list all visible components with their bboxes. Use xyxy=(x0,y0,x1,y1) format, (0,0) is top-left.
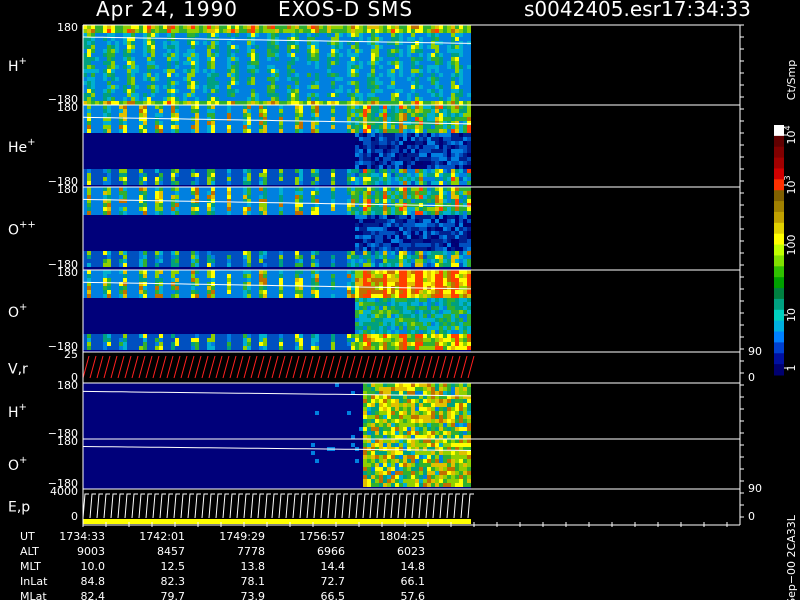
footer-row-label: MLT xyxy=(20,560,41,573)
colorbar-segment xyxy=(774,266,784,278)
panel-label: H+ xyxy=(8,56,27,75)
footer-row-label: MLat xyxy=(20,590,47,600)
colorbar-segment xyxy=(774,364,784,376)
panel-label: O++ xyxy=(8,220,36,239)
footer-value: 73.9 xyxy=(241,590,266,600)
colorbar: 1 10 100 103 104 Ct/Smp Sep−00 2CA33L xyxy=(774,60,798,600)
axis-top-label: 180 xyxy=(57,435,78,448)
right-axis-bottom-label: 0 xyxy=(748,510,755,523)
colorbar-segment xyxy=(774,288,784,300)
footer-value: 78.1 xyxy=(241,575,266,588)
panel-label: V,r xyxy=(8,362,28,378)
panel-4-spectrogram xyxy=(82,270,472,352)
colorbar-segment xyxy=(774,244,784,256)
colorbar-segment xyxy=(774,255,784,267)
footer-value: 8457 xyxy=(157,545,185,558)
panel-ep-trace xyxy=(82,493,474,519)
velocity-trace xyxy=(82,355,475,379)
footer-value: 6023 xyxy=(397,545,425,558)
footer-row-label: ALT xyxy=(20,545,39,558)
panels-layer xyxy=(82,25,475,524)
footer-row-label: UT xyxy=(20,530,35,543)
colorbar-segment xyxy=(774,201,784,213)
panel-label: O+ xyxy=(8,302,27,321)
panel-7-spectrogram xyxy=(82,439,472,489)
colorbar-segment xyxy=(774,190,784,202)
panel-1-spectrogram xyxy=(82,25,472,105)
colorbar-segment xyxy=(774,353,784,365)
colorbar-segment xyxy=(774,331,784,343)
footer-value: 66.1 xyxy=(401,575,426,588)
footer-value: 66.5 xyxy=(321,590,346,600)
colorbar-segment xyxy=(774,135,784,148)
colorbar-segment xyxy=(774,146,784,159)
footer-table: UT 1734:33 1742:01 1749:29 1756:57 1804:25 ALT… xyxy=(20,530,425,600)
axis-bottom-label: 0 xyxy=(71,510,78,523)
footer-value: 1749:29 xyxy=(219,530,265,543)
footer-value: 1756:57 xyxy=(299,530,345,543)
axis-top-label: 180 xyxy=(57,379,78,392)
colorbar-unit: Ct/Smp xyxy=(785,60,798,100)
axis-top-label: 4000 xyxy=(50,485,78,498)
footer-value: 14.8 xyxy=(401,560,426,573)
right-axis-top-label: 90 xyxy=(748,482,762,495)
footer-value: 82.4 xyxy=(81,590,106,600)
footer-value: 13.8 xyxy=(241,560,266,573)
footer-value: 79.7 xyxy=(161,590,186,600)
colorbar-segment xyxy=(774,277,784,289)
axis-top-label: 25 xyxy=(64,348,78,361)
footer-value: 82.3 xyxy=(161,575,186,588)
colorbar-segment xyxy=(774,222,784,235)
footer-value: 1742:01 xyxy=(139,530,185,543)
footer-value: 14.4 xyxy=(321,560,346,573)
right-axis-bottom-label: 0 xyxy=(748,371,755,384)
footer-value: 7778 xyxy=(237,545,265,558)
colorbar-tick-label: 10 xyxy=(785,308,798,322)
footer-value: 84.8 xyxy=(81,575,106,588)
footer-value: 1734:33 xyxy=(59,530,105,543)
qa-bar xyxy=(83,519,471,524)
footer-value: 10.0 xyxy=(81,560,106,573)
panel-label: E,p xyxy=(8,500,30,516)
panel-vr-trace xyxy=(82,355,475,379)
side-text: Sep−00 2CA33L xyxy=(785,514,798,600)
footer-value: 12.5 xyxy=(161,560,186,573)
spectrogram-plot: H+180−180He+180−180O++180−180O+180−180V,… xyxy=(8,21,798,600)
footer-value: 9003 xyxy=(77,545,105,558)
colorbar-tick-label: 100 xyxy=(785,235,798,256)
axis-top-label: 180 xyxy=(57,266,78,279)
colorbar-segment xyxy=(774,233,784,246)
colorbar-segment xyxy=(774,320,784,333)
colorbar-segment xyxy=(774,298,784,311)
axis-top-label: 180 xyxy=(57,183,78,196)
panel-label: O+ xyxy=(8,455,27,474)
footer-value: 6966 xyxy=(317,545,345,558)
colorbar-segment xyxy=(774,342,784,354)
footer-value: 57.6 xyxy=(401,590,426,600)
footer-value: 1804:25 xyxy=(379,530,425,543)
colorbar-tick-label: 1 xyxy=(785,365,798,372)
colorbar-tick-label: 103 xyxy=(783,175,798,194)
colorbar-segment xyxy=(774,157,784,169)
panel-3-spectrogram xyxy=(82,187,472,270)
panel-6-spectrogram xyxy=(82,383,472,439)
panel-2-spectrogram xyxy=(82,105,472,187)
colorbar-segment xyxy=(774,309,784,322)
colorbar-segment xyxy=(774,211,784,224)
footer-row-label: InLat xyxy=(20,575,48,588)
right-axis-top-label: 90 xyxy=(748,345,762,358)
panel-label: He+ xyxy=(8,137,36,156)
axis-top-label: 180 xyxy=(57,101,78,114)
axis-top-label: 180 xyxy=(57,21,78,34)
colorbar-tick-label: 104 xyxy=(783,125,798,144)
footer-value: 72.7 xyxy=(321,575,346,588)
panel-label: H+ xyxy=(8,402,27,421)
energy-trace xyxy=(82,493,474,519)
